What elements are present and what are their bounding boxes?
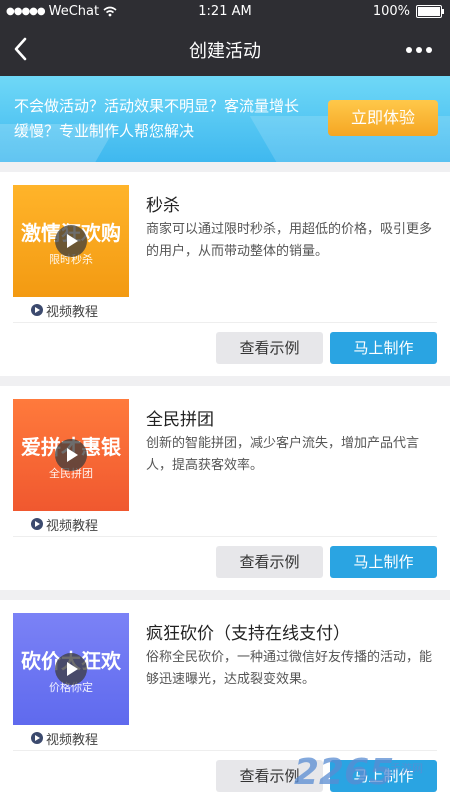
watermark-site: 手游网 bbox=[390, 762, 423, 775]
play-icon[interactable] bbox=[55, 225, 87, 257]
activity-card-group-buy: 爱拼才惠银 全民拼团 视频教程 全民拼团 创新的智能拼团，减少客户流失，增加产品… bbox=[0, 386, 450, 590]
status-bar: ●●●●● WeChat 1:21 AM 100% bbox=[0, 0, 450, 24]
activity-description: 创新的智能拼团，减少客户流失，增加产品代言人，提高获客效率。 bbox=[146, 436, 420, 473]
watermark-number: 2265 bbox=[294, 752, 395, 793]
nav-bar: 创建活动 bbox=[0, 24, 450, 76]
activity-thumbnail[interactable]: 激情狂欢购 限时秒杀 bbox=[13, 185, 129, 297]
activity-thumbnail[interactable]: 爱拼才惠银 全民拼团 bbox=[13, 399, 129, 511]
video-tutorial-link[interactable]: 视频教程 bbox=[31, 515, 99, 534]
promo-banner[interactable]: 不会做活动？活动效果不明显？客流量增长缓慢？专业制作人帮您解决 立即体验 bbox=[0, 76, 450, 162]
more-dots-icon[interactable] bbox=[406, 40, 438, 60]
battery-percent: 100% bbox=[372, 4, 410, 19]
play-circle-icon bbox=[31, 732, 43, 744]
play-icon[interactable] bbox=[55, 439, 87, 471]
video-tutorial-label: 视频教程 bbox=[46, 304, 99, 320]
video-tutorial-label: 视频教程 bbox=[46, 732, 99, 748]
view-example-button[interactable]: 查看示例 bbox=[216, 332, 323, 364]
activity-name: 全民拼团 bbox=[146, 410, 214, 430]
divider bbox=[13, 322, 437, 323]
activity-thumbnail[interactable]: 砍价大狂欢 价格你定 bbox=[13, 613, 129, 725]
watermark-logo: 2265 手游网 bbox=[294, 752, 444, 796]
video-tutorial-label: 视频教程 bbox=[46, 518, 99, 534]
try-now-button[interactable]: 立即体验 bbox=[328, 100, 438, 136]
activity-description: 商家可以通过限时秒杀，用超低的价格，吸引更多的用户，从而带动整体的销量。 bbox=[146, 222, 433, 259]
page-title: 创建活动 bbox=[189, 41, 261, 62]
play-circle-icon bbox=[31, 304, 43, 316]
status-right: 100% bbox=[372, 4, 444, 19]
video-tutorial-link[interactable]: 视频教程 bbox=[31, 729, 99, 748]
divider bbox=[13, 750, 437, 751]
divider bbox=[13, 536, 437, 537]
view-example-button[interactable]: 查看示例 bbox=[216, 546, 323, 578]
activity-description: 俗称全民砍价，一种通过微信好友传播的活动，能够迅速曝光，达成裂变效果。 bbox=[146, 650, 433, 687]
activity-name: 疯狂砍价（支持在线支付） bbox=[146, 624, 350, 644]
create-now-button[interactable]: 马上制作 bbox=[330, 546, 437, 578]
banner-text: 不会做活动？活动效果不明显？客流量增长缓慢？专业制作人帮您解决 bbox=[14, 97, 300, 140]
activity-name: 秒杀 bbox=[146, 196, 180, 216]
play-circle-icon bbox=[31, 518, 43, 530]
battery-icon bbox=[416, 5, 444, 18]
create-now-button[interactable]: 马上制作 bbox=[330, 332, 437, 364]
video-tutorial-link[interactable]: 视频教程 bbox=[31, 301, 99, 320]
activity-card-seckill: 激情狂欢购 限时秒杀 视频教程 秒杀 商家可以通过限时秒杀，用超低的价格，吸引更… bbox=[0, 172, 450, 376]
play-icon[interactable] bbox=[55, 653, 87, 685]
